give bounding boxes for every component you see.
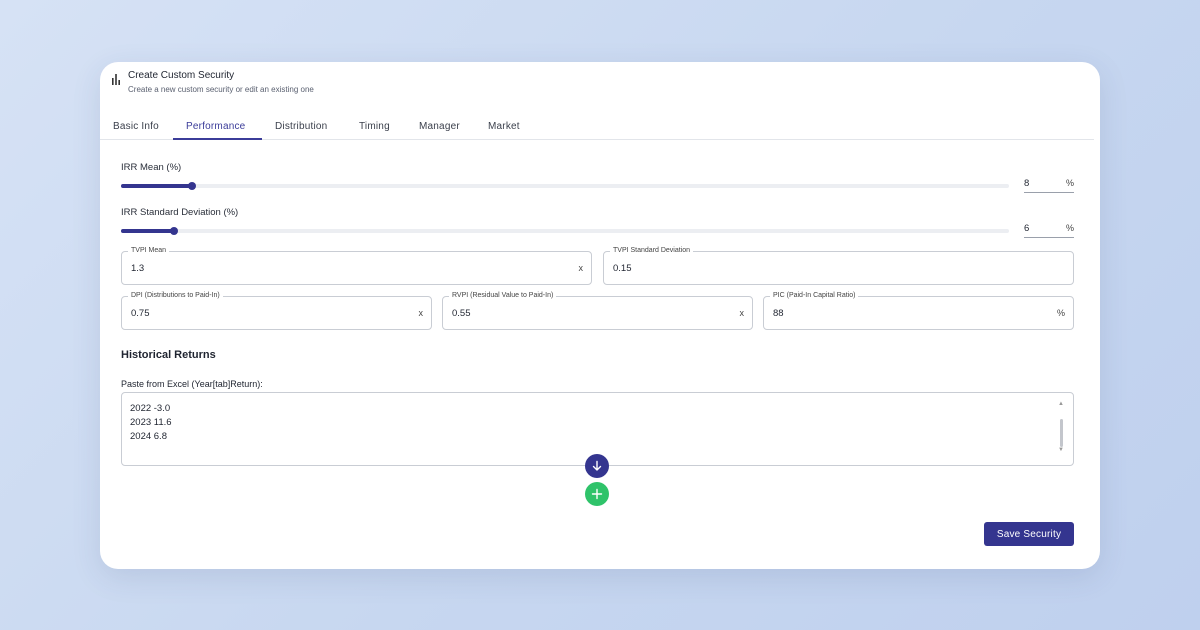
tab-basic-info[interactable]: Basic Info bbox=[113, 121, 159, 132]
irr-std-slider[interactable] bbox=[121, 227, 1009, 235]
dpi-clear-icon[interactable]: x bbox=[419, 308, 424, 318]
active-tab-indicator bbox=[173, 138, 262, 140]
dialog-subtitle: Create a new custom security or edit an … bbox=[128, 85, 314, 94]
pic-value: 88 bbox=[773, 308, 784, 319]
scroll-down-icon[interactable]: ▼ bbox=[1058, 447, 1064, 453]
tvpi-mean-value: 1.3 bbox=[131, 263, 145, 274]
textarea-line: 2022 -3.0 bbox=[130, 403, 171, 414]
tab-performance[interactable]: Performance bbox=[186, 121, 245, 132]
rvpi-label: RVPI (Residual Value to Paid-In) bbox=[449, 291, 557, 301]
tab-market[interactable]: Market bbox=[488, 121, 520, 132]
arrow-down-glyph bbox=[592, 460, 602, 471]
irr-std-slider-fill bbox=[121, 229, 174, 233]
irr-mean-unit: % bbox=[1065, 178, 1074, 188]
irr-mean-slider-thumb[interactable] bbox=[188, 182, 196, 190]
textarea-line: 2023 11.6 bbox=[130, 417, 172, 428]
tvpi-mean-clear-icon[interactable]: x bbox=[579, 263, 584, 273]
tab-distribution[interactable]: Distribution bbox=[275, 121, 327, 132]
save-security-button[interactable]: Save Security bbox=[984, 522, 1074, 546]
bar-chart-icon bbox=[112, 74, 120, 85]
tvpi-mean-label: TVPI Mean bbox=[128, 246, 170, 256]
create-security-dialog: Create Custom Security Create a new cust… bbox=[100, 62, 1100, 569]
irr-mean-slider-fill bbox=[121, 184, 192, 188]
irr-mean-input[interactable]: 8 % bbox=[1024, 177, 1074, 193]
tvpi-std-value: 0.15 bbox=[613, 263, 632, 274]
arrow-down-icon[interactable] bbox=[585, 454, 609, 478]
pic-field[interactable]: PIC (Paid-In Capital Ratio) 88 % bbox=[763, 291, 1074, 330]
dialog-header: Create Custom Security Create a new cust… bbox=[112, 70, 314, 96]
historical-returns-title: Historical Returns bbox=[121, 349, 216, 361]
irr-std-input[interactable]: 6 % bbox=[1024, 222, 1074, 238]
paste-label: Paste from Excel (Year[tab]Return): bbox=[121, 379, 263, 389]
tvpi-mean-field[interactable]: TVPI Mean 1.3 x bbox=[121, 246, 592, 285]
pic-label: PIC (Paid-In Capital Ratio) bbox=[770, 291, 859, 301]
tab-timing[interactable]: Timing bbox=[359, 121, 390, 132]
plus-icon[interactable] bbox=[585, 482, 609, 506]
scroll-up-icon[interactable]: ▲ bbox=[1058, 401, 1064, 407]
rvpi-field[interactable]: RVPI (Residual Value to Paid-In) 0.55 x bbox=[442, 291, 753, 330]
irr-mean-label: IRR Mean (%) bbox=[121, 162, 182, 173]
irr-mean-slider[interactable] bbox=[121, 182, 1009, 190]
rvpi-clear-icon[interactable]: x bbox=[740, 308, 745, 318]
tvpi-std-label: TVPI Standard Deviation bbox=[610, 246, 694, 256]
irr-std-slider-thumb[interactable] bbox=[170, 227, 178, 235]
pic-unit: % bbox=[1056, 308, 1065, 318]
plus-glyph bbox=[591, 488, 603, 500]
textarea-line: 2024 6.8 bbox=[130, 431, 167, 442]
irr-std-label: IRR Standard Deviation (%) bbox=[121, 207, 239, 218]
dpi-label: DPI (Distributions to Paid-In) bbox=[128, 291, 223, 301]
tvpi-std-field[interactable]: TVPI Standard Deviation 0.15 bbox=[603, 246, 1074, 285]
dpi-value: 0.75 bbox=[131, 308, 150, 319]
dialog-title: Create Custom Security bbox=[128, 70, 235, 81]
dpi-field[interactable]: DPI (Distributions to Paid-In) 0.75 x bbox=[121, 291, 432, 330]
irr-mean-value: 8 bbox=[1024, 178, 1030, 189]
rvpi-value: 0.55 bbox=[452, 308, 471, 319]
irr-std-value: 6 bbox=[1024, 223, 1030, 234]
irr-std-unit: % bbox=[1065, 223, 1074, 233]
tab-manager[interactable]: Manager bbox=[419, 121, 460, 132]
tab-bar: Basic Info Performance Distribution Timi… bbox=[100, 116, 1094, 140]
scrollbar-thumb[interactable] bbox=[1060, 419, 1063, 447]
